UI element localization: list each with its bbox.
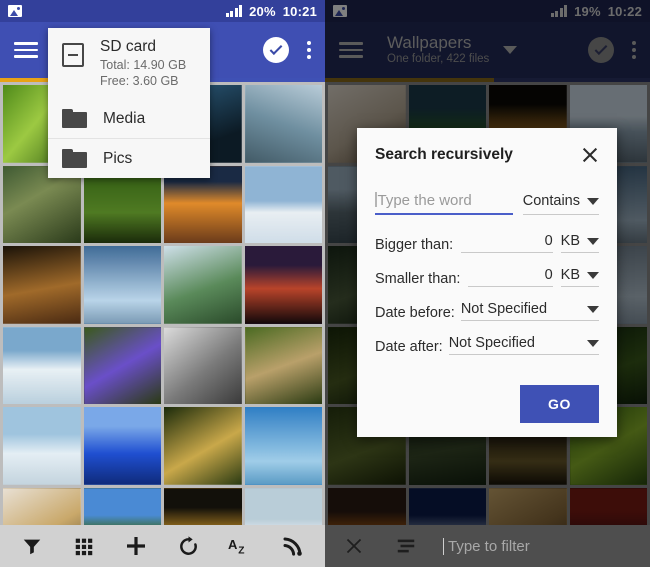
- smaller-than-unit-select[interactable]: KB: [560, 267, 599, 287]
- dropdown-storage-header[interactable]: SD card Total: 14.90 GB Free: 3.60 GB: [48, 28, 210, 99]
- text-caret: [375, 192, 377, 207]
- sd-card-icon: [62, 43, 84, 67]
- select-all-check-icon[interactable]: [263, 37, 289, 63]
- dual-screenshot-composite: 20% 10:21 SD card Total: 14.90 GB Free: …: [0, 0, 650, 567]
- grid-tile[interactable]: [244, 165, 322, 243]
- bigger-than-row: Bigger than: 0 KB: [375, 233, 599, 253]
- overflow-menu-icon[interactable]: [307, 41, 311, 59]
- match-mode-value: Contains: [522, 193, 580, 209]
- grid-tile[interactable]: [244, 85, 322, 163]
- date-before-value: Not Specified: [460, 301, 548, 317]
- right-bottom-toolbar: Type to filter: [325, 525, 650, 567]
- dialog-header: Search recursively: [375, 146, 599, 164]
- smaller-than-row: Smaller than: 0 KB: [375, 267, 599, 287]
- plus-add-icon[interactable]: [121, 531, 151, 561]
- chevron-down-icon: [587, 305, 599, 313]
- svg-text:Z: Z: [238, 545, 244, 556]
- dropdown-item-label: Media: [103, 109, 146, 127]
- close-x-icon[interactable]: [581, 146, 599, 164]
- date-after-select[interactable]: Not Specified: [448, 335, 599, 355]
- dropdown-item-pics[interactable]: Pics: [48, 138, 210, 178]
- date-after-label: Date after:: [375, 339, 443, 355]
- chevron-down-icon: [587, 339, 599, 347]
- grid-tile[interactable]: [83, 246, 161, 324]
- chevron-down-icon: [587, 271, 599, 279]
- svg-text:A: A: [228, 537, 238, 552]
- date-before-label: Date before:: [375, 305, 455, 321]
- match-mode-select[interactable]: Contains: [522, 193, 599, 215]
- date-before-row: Date before: Not Specified: [375, 301, 599, 321]
- grid-tile[interactable]: [244, 246, 322, 324]
- smaller-than-unit: KB: [560, 267, 580, 283]
- left-bottom-toolbar: A Z: [0, 525, 325, 567]
- storage-free: Free: 3.60 GB: [100, 74, 179, 88]
- bigger-than-unit-select[interactable]: KB: [560, 233, 599, 253]
- filter-funnel-icon[interactable]: [17, 531, 47, 561]
- search-word-row: Type the word Contains: [375, 192, 599, 215]
- wifi-signal-icon[interactable]: [278, 531, 308, 561]
- dialog-title: Search recursively: [375, 146, 513, 163]
- grid-tile[interactable]: [83, 326, 161, 404]
- dropdown-item-media[interactable]: Media: [48, 99, 210, 138]
- date-before-select[interactable]: Not Specified: [460, 301, 599, 321]
- sort-lines-icon[interactable]: [391, 531, 421, 561]
- filter-input[interactable]: Type to filter: [443, 537, 530, 555]
- date-after-row: Date after: Not Specified: [375, 335, 599, 355]
- grid-tile[interactable]: [3, 326, 81, 404]
- grid-tile[interactable]: [164, 407, 242, 485]
- storage-total: Total: 14.90 GB: [100, 58, 187, 72]
- grid-tile[interactable]: [164, 326, 242, 404]
- date-after-value: Not Specified: [448, 335, 535, 351]
- signal-bars-icon: [225, 5, 243, 17]
- hamburger-menu-icon[interactable]: [14, 42, 38, 58]
- grid-tile[interactable]: [3, 246, 81, 324]
- grid-view-icon[interactable]: [69, 531, 99, 561]
- dropdown-item-label: Pics: [103, 149, 133, 167]
- grid-tile[interactable]: [3, 407, 81, 485]
- bigger-than-unit: KB: [560, 233, 580, 249]
- folder-icon: [62, 149, 87, 168]
- clock: 10:21: [282, 3, 317, 19]
- chevron-down-icon: [587, 237, 599, 245]
- bigger-than-label: Bigger than:: [375, 237, 454, 253]
- search-word-placeholder: Type the word: [377, 192, 472, 209]
- bigger-than-input[interactable]: 0: [461, 233, 553, 253]
- search-word-input[interactable]: Type the word: [375, 192, 513, 215]
- close-x-icon[interactable]: [339, 531, 369, 561]
- image-icon: [8, 5, 22, 17]
- folder-icon: [62, 109, 87, 128]
- left-panel-file-manager: 20% 10:21 SD card Total: 14.90 GB Free: …: [0, 0, 325, 567]
- grid-tile[interactable]: [244, 407, 322, 485]
- smaller-than-label: Smaller than:: [375, 271, 461, 287]
- dialog-actions: GO: [375, 385, 599, 423]
- left-status-bar: 20% 10:21: [0, 0, 325, 22]
- search-recursively-dialog: Search recursively Type the word Contain…: [357, 128, 617, 437]
- battery-percent: 20%: [249, 3, 276, 19]
- sort-az-icon[interactable]: A Z: [226, 531, 256, 561]
- grid-tile[interactable]: [83, 407, 161, 485]
- right-panel-file-manager: 19% 10:22 Wallpapers One folder, 422 fil…: [325, 0, 650, 567]
- chevron-down-icon: [587, 197, 599, 205]
- refresh-icon[interactable]: [174, 531, 204, 561]
- storage-dropdown-menu[interactable]: SD card Total: 14.90 GB Free: 3.60 GB Me…: [48, 28, 210, 178]
- go-button[interactable]: GO: [520, 385, 599, 423]
- storage-name: SD card: [100, 38, 156, 55]
- grid-tile[interactable]: [164, 246, 242, 324]
- smaller-than-input[interactable]: 0: [468, 267, 553, 287]
- grid-tile[interactable]: [244, 326, 322, 404]
